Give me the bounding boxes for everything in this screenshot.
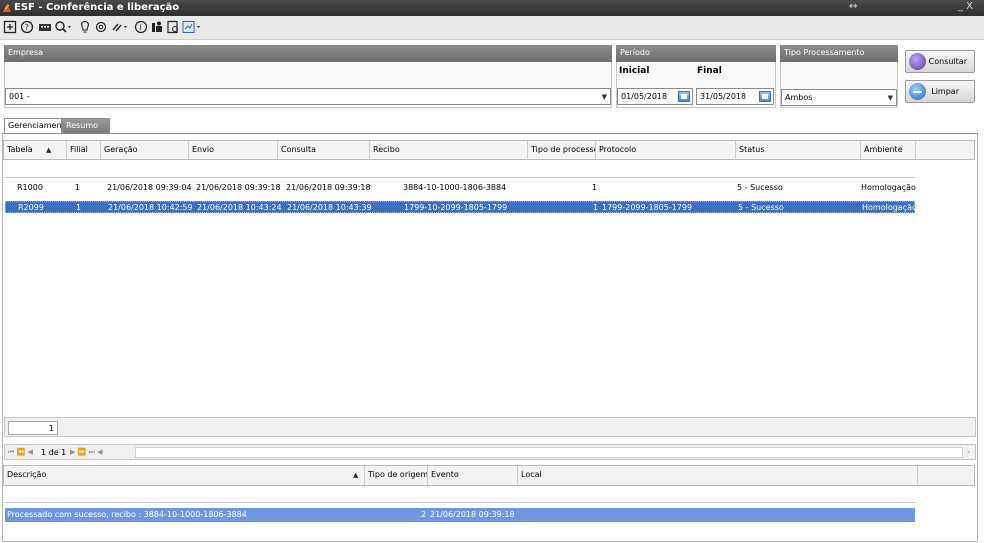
detail-row[interactable]: Processado com sucesso, recibo : 3884-10… <box>5 508 915 522</box>
report-icon[interactable] <box>182 20 204 34</box>
sort-asc-icon: ▲ <box>353 471 359 479</box>
pager-first-prev[interactable]: ⏮ ⏪ ◀ <box>8 448 33 457</box>
empresa-value: 001 - <box>9 92 30 101</box>
search-icon[interactable] <box>54 20 72 34</box>
search-icon <box>909 53 926 70</box>
tipo-processamento-header: Tipo Processamento <box>780 45 898 62</box>
lightbulb-icon[interactable] <box>78 20 92 34</box>
filter-row-divider <box>5 177 915 178</box>
col-recibo[interactable]: Recibo <box>370 141 528 160</box>
pager-bar: ⏮ ⏪ ◀ 1 de 1 ▶ ⏩ ⏭ ◀ › <box>4 444 976 460</box>
inicial-label: Inicial <box>619 66 650 76</box>
horizontal-scrollbar[interactable] <box>135 447 963 458</box>
chevron-down-icon: ▼ <box>887 94 893 102</box>
save-icon[interactable] <box>3 20 17 34</box>
tab-gerenciamento[interactable]: Gerenciamento <box>4 118 70 133</box>
settings-icon[interactable] <box>94 20 108 34</box>
col-tabela[interactable]: Tabela ▲ <box>4 141 67 160</box>
minus-icon <box>913 91 922 93</box>
periodo-header: Período <box>616 45 776 62</box>
svg-text:i: i <box>139 23 142 32</box>
svg-text:?: ? <box>25 23 29 32</box>
chevron-down-icon: ▼ <box>601 93 607 101</box>
col-descricao[interactable]: Descrição ▲ <box>4 466 365 485</box>
window-title: ESF - Conferência e liberação <box>14 2 180 13</box>
empresa-select[interactable]: 001 - ▼ <box>5 88 611 105</box>
col-evento[interactable]: Evento <box>428 466 518 485</box>
empresa-header: Empresa <box>4 45 612 62</box>
col-tipo-processo[interactable]: Tipo de processo <box>528 141 596 160</box>
detail-filter-divider <box>5 502 915 503</box>
col-status[interactable]: Status <box>736 141 861 160</box>
table-row[interactable]: R1000 1 21/06/2018 09:39:04 21/06/2018 0… <box>5 182 916 194</box>
toolbar: ? i <box>0 16 984 40</box>
data-inicial-field[interactable]: 01/05/2018 <box>617 88 693 105</box>
keyboard-icon[interactable] <box>38 20 52 34</box>
col-envio[interactable]: Envio <box>189 141 278 160</box>
grid-footer: 1 <box>4 417 976 437</box>
consultar-button[interactable]: Consultar <box>905 50 975 73</box>
limpar-button[interactable]: Limpar <box>905 80 975 103</box>
app-logo-icon <box>2 2 12 13</box>
tipo-processamento-value: Ambos <box>785 93 813 102</box>
data-inicial-value: 01/05/2018 <box>621 92 668 101</box>
sort-asc-icon: ▲ <box>46 146 52 154</box>
col-filial[interactable]: Filial <box>67 141 101 160</box>
tab-resumo[interactable]: Resumo <box>62 118 110 133</box>
detail-header: Descrição ▲ Tipo de origem Evento Local <box>3 465 975 486</box>
calendar-icon[interactable] <box>678 91 690 102</box>
table-row-selected[interactable]: R2099 1 21/06/2018 10:42:59 21/06/2018 1… <box>5 201 917 213</box>
export-icon[interactable] <box>166 20 180 34</box>
col-tipo-origem[interactable]: Tipo de origem <box>365 466 428 485</box>
col-local[interactable]: Local <box>518 466 918 485</box>
window-controls[interactable]: _ X <box>958 1 973 12</box>
col-consulta[interactable]: Consulta <box>278 141 370 160</box>
user-icon[interactable] <box>150 20 164 34</box>
pager-text: 1 de 1 <box>41 448 67 457</box>
data-final-field[interactable]: 31/05/2018 <box>696 88 774 105</box>
link-icon[interactable] <box>110 20 130 34</box>
record-count: 1 <box>8 421 58 435</box>
grid-header: Tabela ▲ Filial Geração Envio Consulta Re… <box>3 140 975 160</box>
help-icon[interactable]: ? <box>20 20 34 34</box>
calendar-icon[interactable] <box>759 91 771 102</box>
title-bar: ESF - Conferência e liberação ↔ _ X <box>0 0 984 16</box>
col-protocolo[interactable]: Protocolo <box>596 141 736 160</box>
tipo-processamento-select[interactable]: Ambos ▼ <box>781 89 897 106</box>
col-geracao[interactable]: Geração <box>101 141 189 160</box>
col-ambiente[interactable]: Ambiente <box>861 141 916 160</box>
data-final-value: 31/05/2018 <box>700 92 747 101</box>
pager-next-last[interactable]: ▶ ⏩ ⏭ ◀ <box>70 448 102 457</box>
info-icon[interactable]: i <box>134 20 148 34</box>
restore-icon[interactable]: ↔ <box>849 1 857 12</box>
scroll-right-icon[interactable]: › <box>967 447 970 456</box>
final-label: Final <box>697 66 722 76</box>
